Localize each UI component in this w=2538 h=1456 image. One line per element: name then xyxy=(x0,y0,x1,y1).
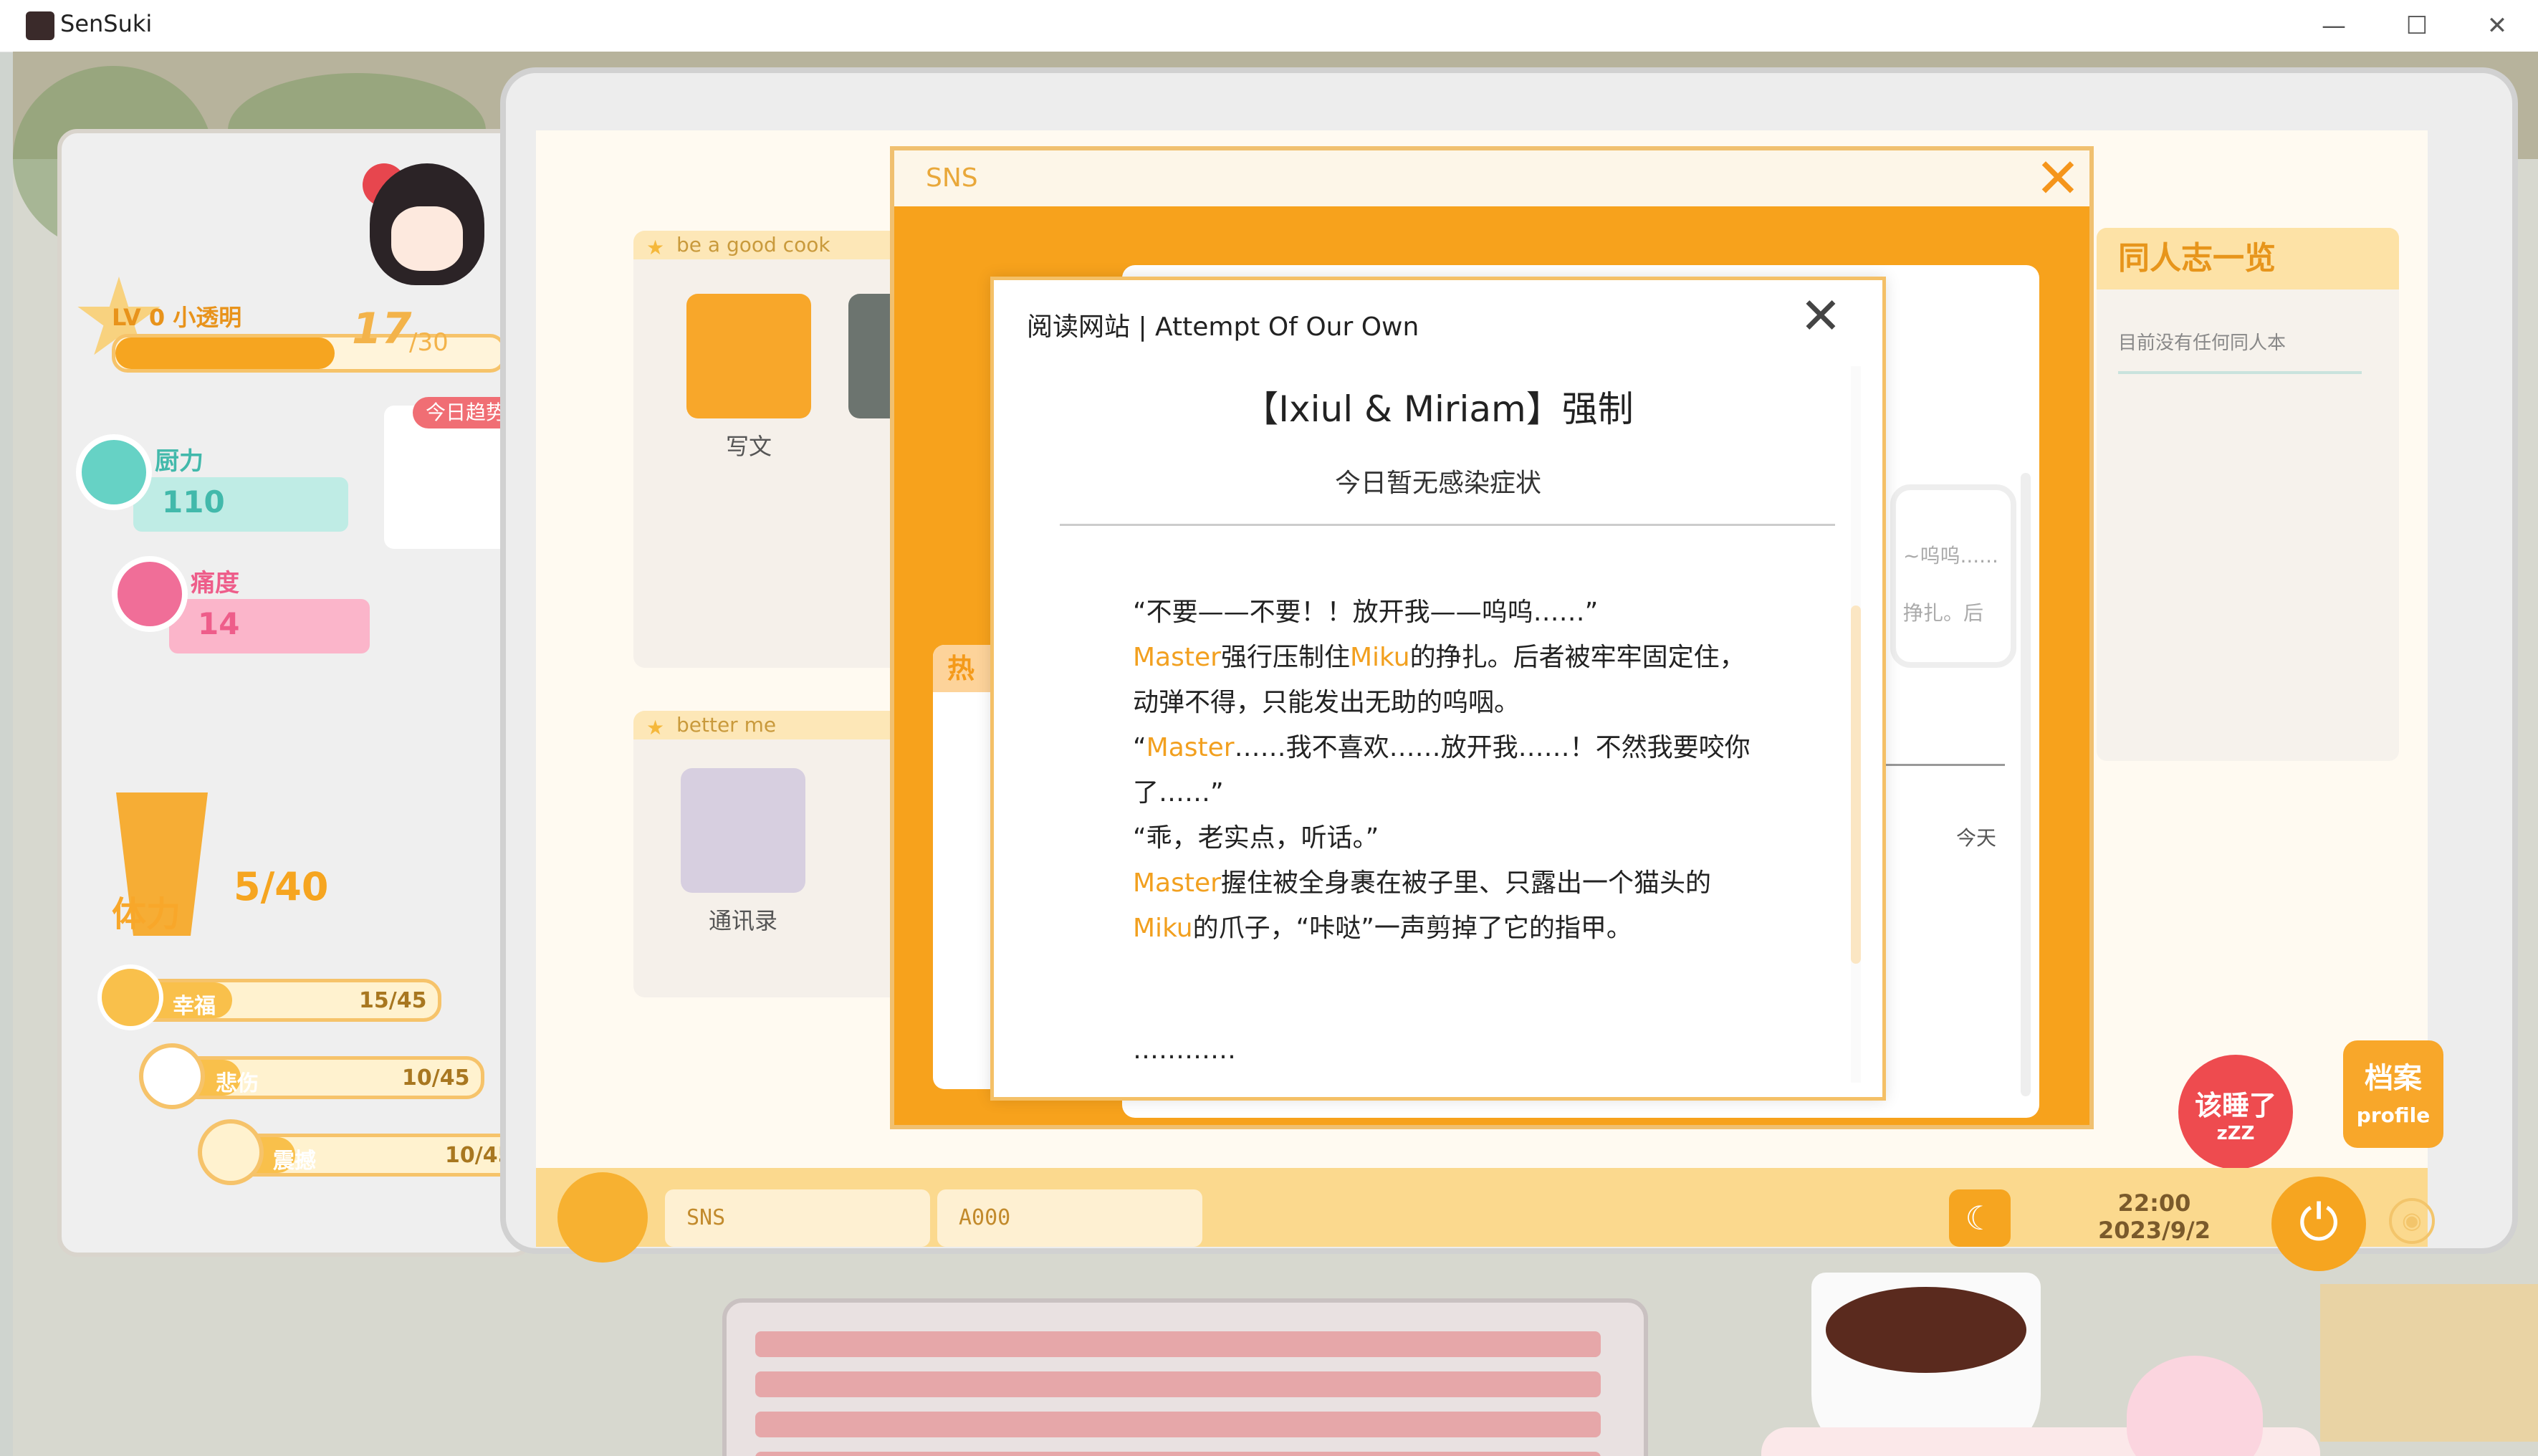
doujin-panel: 同人志一览 目前没有任何同人本 xyxy=(2097,228,2399,761)
clock: 22:00 2023/9/2 xyxy=(2098,1189,2211,1244)
sns-divider xyxy=(1876,764,2005,766)
star-icon: ★ xyxy=(646,716,665,739)
flower-icon xyxy=(97,964,163,1030)
doujin-panel-title: 同人志一览 xyxy=(2097,228,2399,289)
sad-bar: 悲伤 10/45 xyxy=(169,1056,484,1099)
app-write-label[interactable]: 写文 xyxy=(686,428,811,461)
shock-bar: 震撼 10/45 xyxy=(226,1134,527,1177)
bubble-text-1: ~呜呜...... xyxy=(1903,544,1998,567)
night-mode-moon-icon[interactable]: ☾ xyxy=(1949,1189,2011,1247)
key-row xyxy=(755,1412,1601,1437)
pain-label: 痛度 xyxy=(191,569,239,598)
story-paragraph: “Master……我不喜欢……放开我……！不然我要咬你了……” xyxy=(1133,733,1751,808)
happy-value: 15/45 xyxy=(359,988,427,1013)
profile-sub: profile xyxy=(2356,1103,2431,1127)
story-title: 【Ixiul & Miriam】强制 xyxy=(1242,388,1634,430)
sad-label: 悲伤 xyxy=(216,1071,259,1096)
story-status: 今日暂无感染症状 xyxy=(1334,469,1541,498)
clock-time: 22:00 xyxy=(2117,1189,2191,1217)
level-value: 17 xyxy=(352,304,412,354)
cook-label: 厨力 xyxy=(155,447,203,476)
octopus-plush xyxy=(2127,1356,2263,1456)
settings-gear-icon[interactable] xyxy=(557,1172,648,1263)
coffee-liquid xyxy=(1826,1287,2026,1373)
power-icon[interactable]: ⏻ xyxy=(2271,1177,2366,1271)
app-group-better-tab: ★ better me xyxy=(633,711,934,739)
folder-icon[interactable] xyxy=(686,294,811,418)
sns-header: SNS ✕ xyxy=(894,150,2089,206)
minimize-button[interactable]: — xyxy=(2302,6,2366,46)
window-title: SenSuki xyxy=(60,10,153,37)
clock-date: 2023/9/2 xyxy=(2098,1217,2211,1244)
level-progress-fill xyxy=(115,337,335,369)
stamina-label: 体力 xyxy=(112,894,181,934)
cardboard-box xyxy=(2320,1284,2538,1442)
eye-icon[interactable]: ◉ xyxy=(2389,1198,2435,1244)
story-paragraph: “乖，老实点，听话。” xyxy=(1133,823,1379,853)
reader-header: 阅读网站 | Attempt Of Our Own xyxy=(1027,312,1419,342)
sns-today-label: 今天 xyxy=(1956,826,1997,850)
keyboard xyxy=(722,1298,1648,1456)
key-row xyxy=(755,1371,1601,1397)
sleep-label: 该睡了 xyxy=(2194,1090,2276,1121)
heart-icon xyxy=(76,434,152,510)
reader-close-icon[interactable]: ✕ xyxy=(1794,289,1848,343)
sns-close-icon[interactable]: ✕ xyxy=(2029,151,2087,206)
story-paragraph: Master强行压制住Miku的挣扎。后者被牢牢固定住，动弹不得，只能发出无助的… xyxy=(1133,643,1746,717)
cook-value: 110 xyxy=(162,484,225,519)
sad-value: 10/45 xyxy=(402,1065,470,1091)
profile-button[interactable]: 档案 profile xyxy=(2343,1040,2443,1148)
status-panel: LV 0 小透明 17 /30 厨力 110 痛度 14 今日趋势 体力 5/4… xyxy=(57,129,533,1257)
level-max: /30 xyxy=(409,328,449,357)
sleep-sub: zZZ xyxy=(2216,1123,2255,1144)
maximize-button[interactable]: ☐ xyxy=(2385,6,2449,46)
bubble-text-2: 挣扎。后 xyxy=(1903,601,1984,625)
sns-scrollbar[interactable] xyxy=(2021,473,2031,1096)
happy-label: 幸福 xyxy=(173,994,216,1019)
star-icon: ★ xyxy=(646,236,665,259)
app-group-cook-tab: ★ be a good cook xyxy=(633,231,934,259)
taskbar-item-a000[interactable]: A000 xyxy=(937,1189,1202,1247)
burst-icon xyxy=(198,1119,264,1185)
sleep-button[interactable]: 该睡了 zZZ xyxy=(2178,1055,2293,1169)
sns-title: SNS xyxy=(926,163,978,193)
story-paragraph: Master握住被全身裹在被子里、只露出一个猫头的Miku的爪子，“咔哒”一声剪… xyxy=(1133,868,1711,943)
key-row xyxy=(755,1331,1601,1357)
avatar-face xyxy=(391,206,463,271)
stamina-value: 5/40 xyxy=(234,864,329,909)
reader-scrollbar-thumb[interactable] xyxy=(1851,605,1861,964)
taskbar-item-sns[interactable]: SNS xyxy=(665,1189,930,1247)
pain-value: 14 xyxy=(198,606,240,641)
window-titlebar: SenSuki — ☐ ✕ xyxy=(0,0,2538,52)
avatar[interactable] xyxy=(341,142,499,321)
app-contacts-label[interactable]: 通讯录 xyxy=(681,903,805,936)
sns-post-bubble[interactable]: ~呜呜...... 挣扎。后 xyxy=(1890,484,2016,668)
shock-label: 震撼 xyxy=(273,1149,316,1174)
doujin-panel-text: 目前没有任何同人本 xyxy=(2118,332,2286,354)
story-divider xyxy=(1060,524,1835,526)
contacts-icon[interactable] xyxy=(681,768,805,893)
reader-dialog: 阅读网站 | Attempt Of Our Own ✕ 【Ixiul & Mir… xyxy=(990,277,1886,1101)
app-group-cook: ★ be a good cook 写文 xyxy=(633,231,934,668)
profile-label: 档案 xyxy=(2365,1062,2422,1095)
app-icon xyxy=(26,11,54,40)
level-label: LV 0 小透明 xyxy=(112,304,242,331)
story-paragraph: “不要——不要！！放开我——呜呜……” xyxy=(1133,598,1599,627)
teardrop-icon xyxy=(139,1043,205,1109)
happy-bar: 幸福 15/45 xyxy=(126,979,441,1022)
app-group-better: ★ better me 通讯录 xyxy=(633,711,934,997)
home-icon xyxy=(112,556,188,632)
key-row xyxy=(755,1452,1601,1456)
doujin-panel-divider xyxy=(2118,371,2362,374)
close-window-button[interactable]: ✕ xyxy=(2465,6,2529,46)
story-body: “不要——不要！！放开我——呜呜……” Master强行压制住Miku的挣扎。后… xyxy=(1133,590,1763,951)
story-ellipsis: ………… xyxy=(1133,1035,1236,1065)
